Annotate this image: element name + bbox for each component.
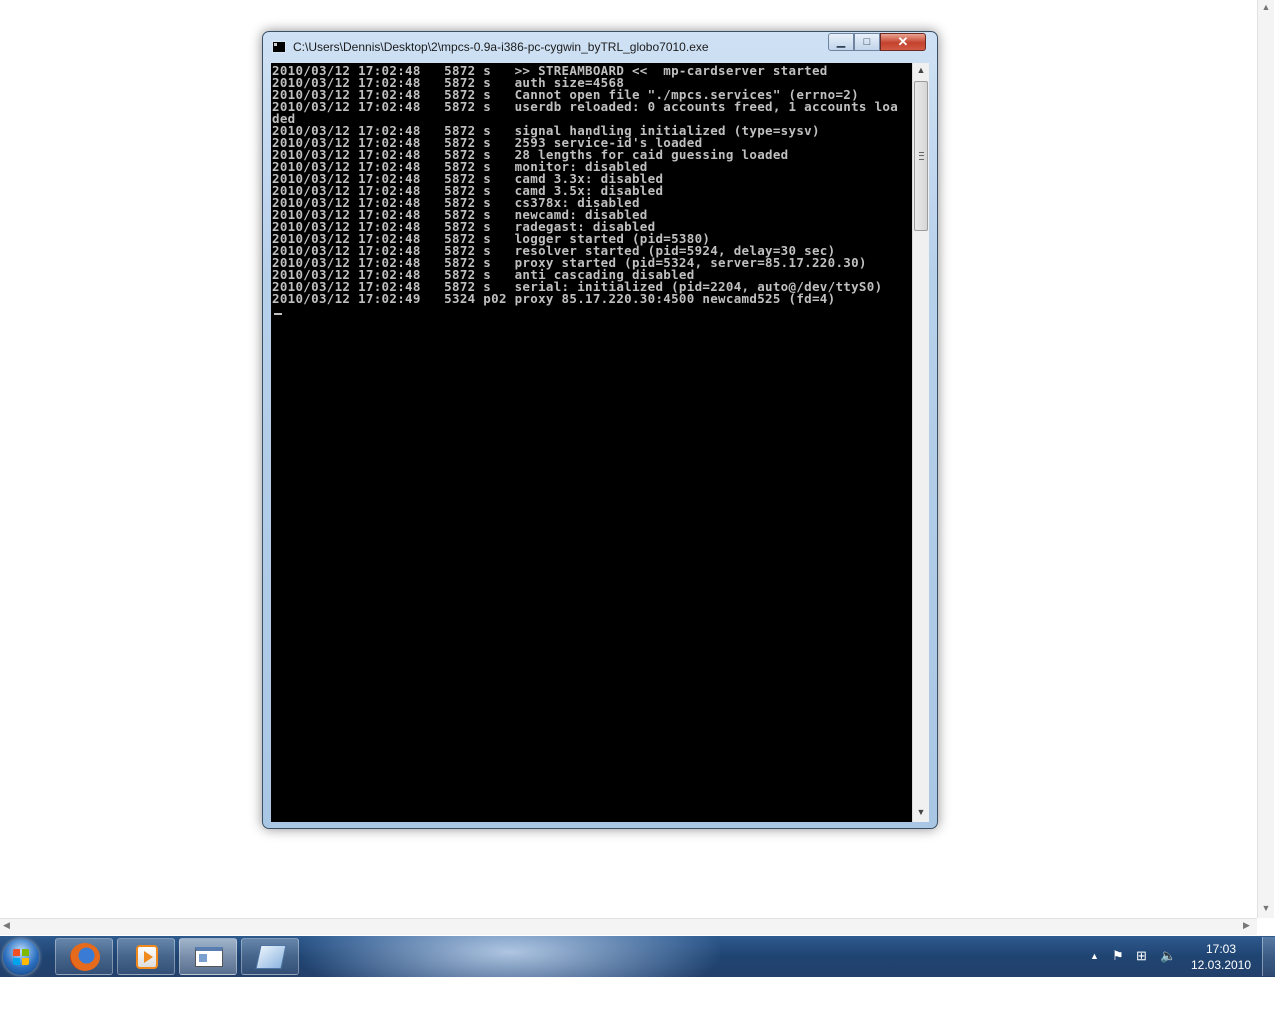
firefox-icon: [70, 943, 100, 971]
window-title: C:\Users\Dennis\Desktop\2\mpcs-0.9a-i386…: [293, 40, 709, 54]
taskbar-button-editor[interactable]: [241, 938, 299, 975]
console-window: C:\Users\Dennis\Desktop\2\mpcs-0.9a-i386…: [262, 31, 938, 829]
grip-icon: [919, 152, 924, 160]
action-center-flag-icon[interactable]: ⚑: [1112, 948, 1124, 964]
console-line: 2010/03/12 17:02:49 5324 p02 proxy 85.17…: [272, 291, 836, 306]
console-scroll-down-arrow[interactable]: ▼: [913, 807, 929, 817]
media-player-icon: [136, 945, 158, 969]
show-hidden-icons-arrow-icon[interactable]: ▲: [1090, 951, 1099, 961]
volume-icon[interactable]: 🔈: [1160, 948, 1176, 964]
maximize-button[interactable]: □: [854, 33, 880, 51]
console-scroll-thumb[interactable]: [914, 81, 928, 231]
close-button[interactable]: ✕: [880, 33, 926, 51]
start-button[interactable]: [3, 939, 39, 975]
taskbar-background-decoration: [300, 936, 720, 977]
minimize-button[interactable]: ▁: [828, 33, 854, 51]
console-app-icon[interactable]: [272, 41, 286, 53]
page-scroll-down-arrow[interactable]: ▼: [1258, 903, 1274, 913]
taskbar-button-media-player[interactable]: [117, 938, 175, 975]
window-titlebar[interactable]: C:\Users\Dennis\Desktop\2\mpcs-0.9a-i386…: [263, 32, 937, 62]
taskbar: ▲ ⚑ ⊞ 🔈 17:03 12.03.2010: [0, 936, 1275, 977]
page-vertical-scrollbar[interactable]: ▲ ▼: [1257, 0, 1274, 918]
taskbar-clock[interactable]: 17:03 12.03.2010: [1185, 941, 1257, 973]
taskbar-button-firefox[interactable]: [55, 938, 113, 975]
console-scroll-up-arrow[interactable]: ▲: [913, 65, 929, 75]
console-window-icon: [195, 947, 223, 967]
console-output-area[interactable]: 2010/03/12 17:02:48 5872 s >> STREAMBOAR…: [271, 63, 929, 822]
console-line: 2010/03/12 17:02:48 5872 s userdb reload…: [272, 99, 899, 114]
page-scroll-right-arrow[interactable]: ▶: [1243, 920, 1250, 931]
clock-time: 17:03: [1205, 942, 1237, 956]
editor-icon: [255, 945, 287, 969]
page-horizontal-scrollbar[interactable]: ◀ ▶: [0, 918, 1257, 935]
network-icon[interactable]: ⊞: [1136, 948, 1147, 964]
page-scroll-left-arrow[interactable]: ◀: [3, 920, 10, 931]
clock-date: 12.03.2010: [1190, 958, 1252, 972]
taskbar-button-console[interactable]: [179, 938, 237, 975]
text-cursor: [274, 313, 282, 315]
console-scrollbar[interactable]: ▲ ▼: [912, 63, 929, 822]
show-desktop-button[interactable]: [1262, 937, 1275, 976]
page-scroll-up-arrow[interactable]: ▲: [1258, 2, 1274, 12]
console-log-text: 2010/03/12 17:02:48 5872 s >> STREAMBOAR…: [271, 63, 929, 305]
